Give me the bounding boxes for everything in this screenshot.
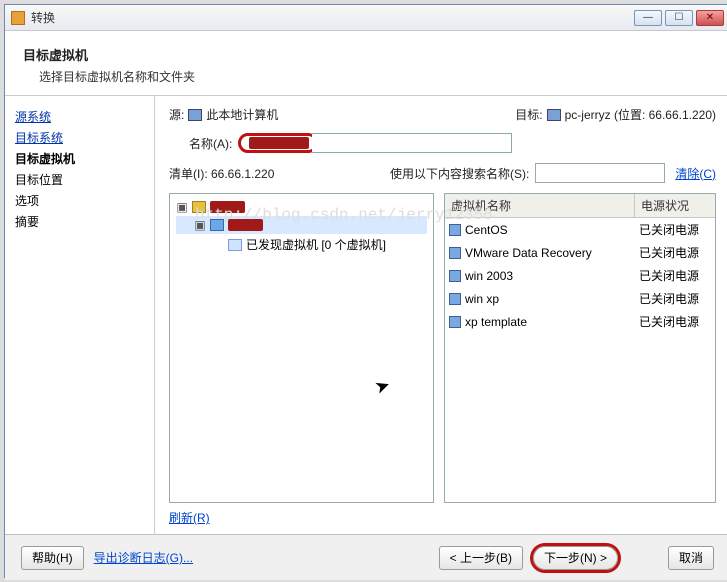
help-button[interactable]: 帮助(H) <box>21 546 84 570</box>
wizard-body: 源系统 目标系统 目标虚拟机 目标位置 选项 摘要 源: 此本地计算机 目标: … <box>5 96 727 534</box>
list-search-row: 清单(I): 66.66.1.220 使用以下内容搜索名称(S): 清除(C) <box>169 163 716 183</box>
vm-icon <box>449 293 461 305</box>
step-options: 选项 <box>15 192 144 209</box>
vm-icon <box>449 316 461 328</box>
col-vm-name[interactable]: 虚拟机名称 <box>445 194 635 217</box>
vm-icon <box>449 270 461 282</box>
vm-row[interactable]: VMware Data Recovery 已关闭电源 <box>445 241 715 264</box>
vm-icon <box>449 224 461 236</box>
close-button[interactable]: ✕ <box>696 10 724 26</box>
vcenter-icon <box>192 201 206 213</box>
content-panes: ▣ ▣ 已发现虚拟机 [0 个虚拟机] <box>169 193 716 503</box>
window-buttons: — ☐ ✕ <box>634 10 724 26</box>
vm-row[interactable]: CentOS 已关闭电源 <box>445 218 715 241</box>
collapse-icon[interactable]: ▣ <box>194 218 206 232</box>
vm-name: VMware Data Recovery <box>465 246 592 260</box>
source-value: 此本地计算机 <box>206 106 278 123</box>
titlebar: 转换 — ☐ ✕ <box>5 5 727 31</box>
wizard-window: 转换 — ☐ ✕ 目标虚拟机 选择目标虚拟机名称和文件夹 源系统 目标系统 目标… <box>4 4 727 578</box>
wizard-footer: 帮助(H) 导出诊断日志(G)... < 上一步(B) 下一步(N) > 取消 <box>5 534 727 580</box>
vm-list-pane: 虚拟机名称 电源状况 CentOS 已关闭电源 VMware Data Reco… <box>444 193 716 503</box>
vm-list-header: 虚拟机名称 电源状况 <box>445 194 715 218</box>
inventory-tree[interactable]: ▣ ▣ 已发现虚拟机 [0 个虚拟机] <box>169 193 434 503</box>
step-dest-location: 目标位置 <box>15 171 144 188</box>
wizard-steps: 源系统 目标系统 目标虚拟机 目标位置 选项 摘要 <box>5 96 155 534</box>
wizard-main: 源: 此本地计算机 目标: pc-jerryz (位置: 66.66.1.220… <box>155 96 727 534</box>
tree-root[interactable]: ▣ <box>176 198 427 216</box>
vm-power: 已关闭电源 <box>635 289 715 308</box>
folder-icon <box>228 239 242 251</box>
redacted-host <box>210 201 245 213</box>
redacted-name <box>249 137 309 149</box>
next-button[interactable]: 下一步(N) > <box>533 546 618 570</box>
vm-name: win xp <box>465 292 499 306</box>
page-title: 目标虚拟机 <box>23 45 712 64</box>
refresh-link[interactable]: 刷新(R) <box>169 509 210 526</box>
clear-link[interactable]: 清除(C) <box>675 165 716 182</box>
vm-row[interactable]: win xp 已关闭电源 <box>445 287 715 310</box>
vm-name: win 2003 <box>465 269 513 283</box>
tree-datacenter[interactable]: ▣ <box>176 216 427 234</box>
vm-power: 已关闭电源 <box>635 266 715 285</box>
vm-name: xp template <box>465 315 527 329</box>
vm-name: CentOS <box>465 223 508 237</box>
minimize-button[interactable]: — <box>634 10 662 26</box>
computer-icon <box>188 109 202 121</box>
maximize-button[interactable]: ☐ <box>665 10 693 26</box>
name-input[interactable] <box>312 133 512 153</box>
name-row: 名称(A): <box>189 133 716 153</box>
export-log-link[interactable]: 导出诊断日志(G)... <box>94 549 193 566</box>
window-title: 转换 <box>31 9 634 26</box>
cursor-icon: ➤ <box>372 374 393 399</box>
step-dest-vm: 目标虚拟机 <box>15 150 144 167</box>
step-dest-system[interactable]: 目标系统 <box>15 129 144 146</box>
src-dest-row: 源: 此本地计算机 目标: pc-jerryz (位置: 66.66.1.220… <box>169 106 716 123</box>
search-label: 使用以下内容搜索名称(S): <box>390 165 529 182</box>
vm-row[interactable]: xp template 已关闭电源 <box>445 310 715 333</box>
vm-power: 已关闭电源 <box>635 220 715 239</box>
col-power-state[interactable]: 电源状况 <box>635 194 715 217</box>
redacted-datacenter <box>228 219 263 231</box>
name-label: 名称(A): <box>189 135 232 152</box>
datacenter-icon <box>210 219 224 231</box>
search-input[interactable] <box>535 163 665 183</box>
inventory-label: 清单(I): 66.66.1.220 <box>169 165 274 182</box>
app-icon <box>11 11 25 25</box>
vm-power: 已关闭电源 <box>635 312 715 331</box>
dest-label: 目标: <box>515 106 542 123</box>
back-button[interactable]: < 上一步(B) <box>439 546 523 570</box>
cancel-button[interactable]: 取消 <box>668 546 714 570</box>
tree-vm-folder-label: 已发现虚拟机 [0 个虚拟机] <box>246 236 386 253</box>
name-highlight <box>238 133 318 153</box>
dest-value: pc-jerryz (位置: 66.66.1.220) <box>565 106 716 123</box>
vm-row[interactable]: win 2003 已关闭电源 <box>445 264 715 287</box>
collapse-icon[interactable]: ▣ <box>176 200 188 214</box>
step-summary: 摘要 <box>15 213 144 230</box>
tree-vm-folder[interactable]: 已发现虚拟机 [0 个虚拟机] <box>176 234 427 255</box>
page-subtitle: 选择目标虚拟机名称和文件夹 <box>39 68 712 85</box>
server-icon <box>547 109 561 121</box>
leaf-icon <box>212 238 224 252</box>
vm-power: 已关闭电源 <box>635 243 715 262</box>
vm-icon <box>449 247 461 259</box>
vm-list-body: CentOS 已关闭电源 VMware Data Recovery 已关闭电源 … <box>445 218 715 333</box>
source-label: 源: <box>169 106 184 123</box>
wizard-header: 目标虚拟机 选择目标虚拟机名称和文件夹 <box>5 31 727 96</box>
step-source-system[interactable]: 源系统 <box>15 108 144 125</box>
